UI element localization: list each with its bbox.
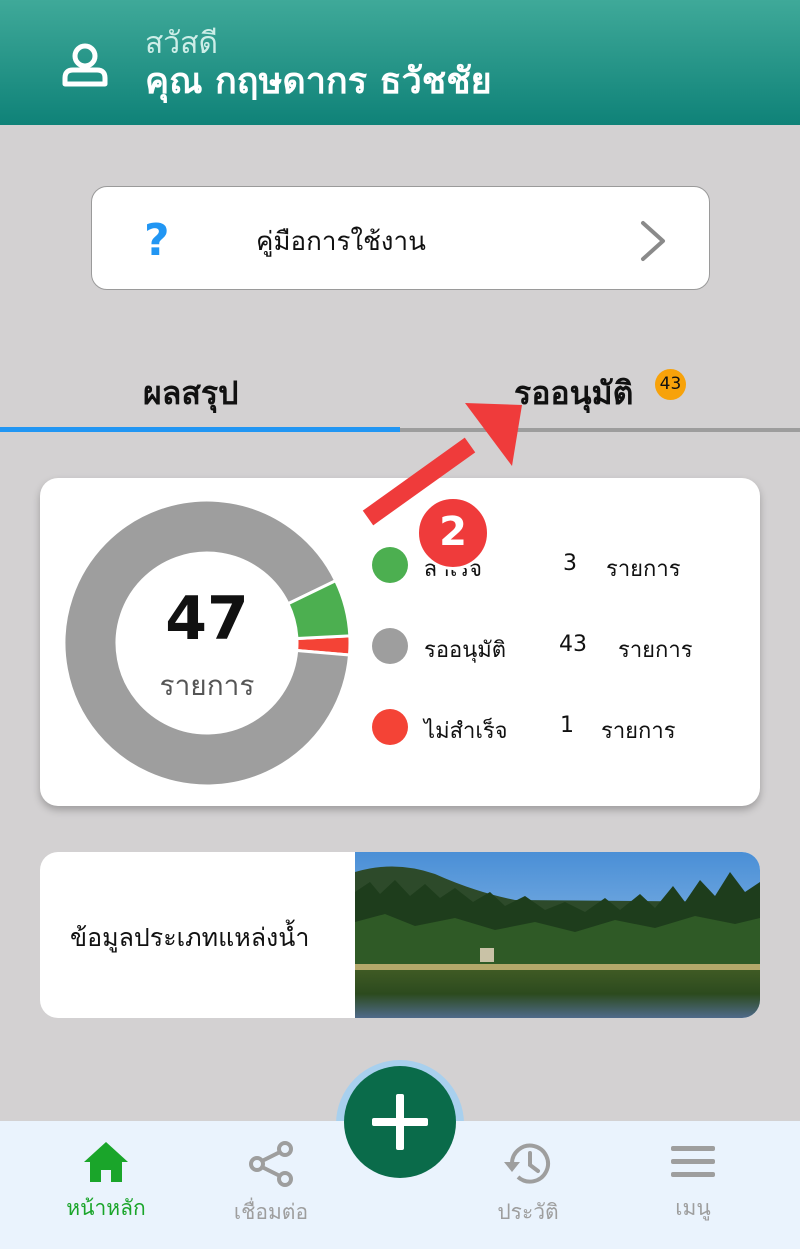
legend-label: รออนุมัติ [424, 638, 507, 663]
nav-home-label: หน้าหลัก [66, 1196, 146, 1220]
total-unit: รายการ [159, 669, 255, 702]
total-count: 47 [165, 584, 249, 654]
app-header: สวัสดี คุณ กฤษดากร ธวัชชัย [0, 0, 800, 125]
legend-dot [372, 547, 408, 583]
lake-forest-image [355, 852, 760, 1018]
water-source-label: ข้อมูลประเภทแหล่งน้ำ [70, 923, 310, 952]
user-guide-button[interactable]: ? คู่มือการใช้งาน [91, 186, 710, 290]
home-icon [84, 1142, 128, 1182]
user-icon[interactable] [62, 42, 108, 88]
water-source-card[interactable]: ข้อมูลประเภทแหล่งน้ำ [40, 852, 760, 1018]
legend-unit: รายการ [618, 638, 693, 663]
legend-dot [372, 709, 408, 745]
plus-icon [372, 1094, 428, 1150]
active-tab-indicator [0, 427, 400, 432]
legend-dot [372, 628, 408, 664]
legend-unit: รายการ [601, 719, 676, 744]
user-name: คุณ กฤษดากร ธวัชชัย [145, 61, 492, 102]
share-icon [249, 1141, 293, 1187]
tab-divider [400, 428, 800, 432]
user-guide-label: คู่มือการใช้งาน [256, 227, 426, 257]
nav-menu[interactable]: เมนู [633, 1140, 753, 1225]
legend-count: 1 [560, 713, 574, 738]
question-icon: ? [144, 215, 170, 266]
nav-connect-label: เชื่อมต่อ [233, 1200, 309, 1224]
tab-pending-approval[interactable]: รออนุมัติ [514, 368, 633, 419]
legend-count: 43 [559, 632, 587, 657]
nav-menu-label: เมนู [675, 1196, 711, 1220]
nav-home[interactable]: หน้าหลัก [46, 1140, 166, 1225]
annotation-step-number: 2 [416, 496, 490, 570]
add-button[interactable] [344, 1066, 456, 1178]
tab-summary[interactable]: ผลสรุป [143, 368, 238, 419]
legend-label: ไม่สำเร็จ [424, 719, 508, 744]
nav-history[interactable]: ประวัติ [468, 1140, 588, 1229]
legend-count: 3 [563, 551, 577, 576]
history-icon [504, 1143, 550, 1184]
summary-card: 47 รายการ สำเร็จ 3 รายการ รออนุมัติ 43 ร… [40, 478, 760, 806]
chevron-right-icon [641, 221, 665, 261]
menu-icon [671, 1146, 715, 1177]
pending-count-badge: 43 [655, 369, 686, 400]
nav-connect[interactable]: เชื่อมต่อ [211, 1140, 331, 1229]
nav-history-label: ประวัติ [497, 1200, 559, 1224]
legend-unit: รายการ [606, 557, 681, 582]
